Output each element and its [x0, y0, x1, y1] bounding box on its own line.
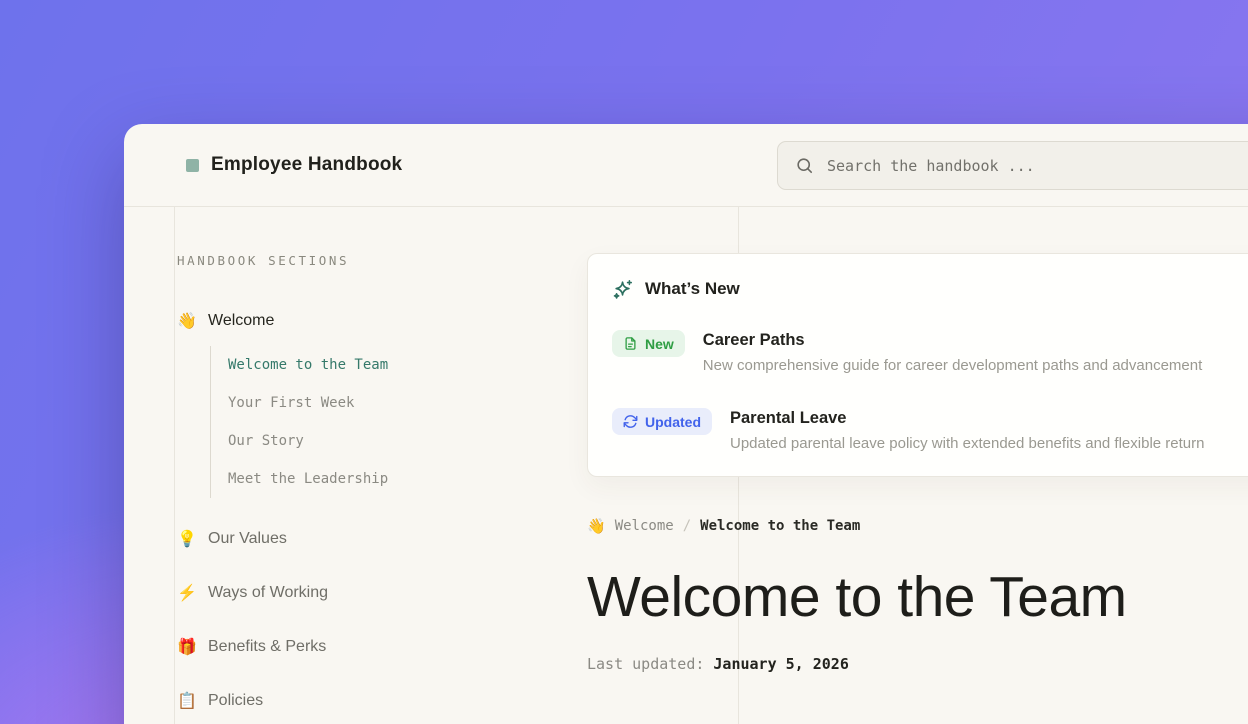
refresh-icon [623, 414, 638, 429]
sidebar-item-label: Ways of Working [208, 584, 328, 602]
breadcrumb: 👋 Welcome / Welcome to the Team [587, 517, 1248, 535]
news-item-text: Parental Leave Updated parental leave po… [730, 409, 1204, 452]
sidebar-item-label: Welcome [208, 312, 274, 330]
news-item-description: Updated parental leave policy with exten… [730, 435, 1204, 452]
sparkles-icon [612, 278, 634, 300]
new-badge: New [612, 330, 685, 357]
waving-hand-icon: 👋 [177, 311, 199, 331]
clipboard-icon: 📋 [177, 691, 199, 711]
search-box[interactable] [777, 141, 1248, 190]
main-content: What’s New New Career Paths New comprehe… [587, 207, 1248, 673]
light-bulb-icon: 💡 [177, 529, 199, 549]
sidebar-item-label: Benefits & Perks [208, 638, 326, 656]
sidebar-subitem-welcome-to-the-team[interactable]: Welcome to the Team [228, 346, 554, 384]
updated-badge: Updated [612, 408, 712, 435]
badge-label: New [645, 336, 674, 352]
breadcrumb-section[interactable]: Welcome [615, 518, 674, 534]
whats-new-card: What’s New New Career Paths New comprehe… [587, 253, 1248, 477]
app-title: Employee Handbook [211, 154, 402, 176]
search-input[interactable] [827, 157, 1248, 175]
sidebar-item-label: Policies [208, 692, 263, 710]
sidebar-subitem-your-first-week[interactable]: Your First Week [228, 384, 554, 422]
news-item-title: Career Paths [703, 331, 1202, 350]
lightning-bolt-icon: ⚡ [177, 583, 199, 603]
last-updated-label: Last updated: [587, 655, 704, 673]
sidebar-item-welcome[interactable]: 👋 Welcome [177, 308, 554, 334]
page-title: Welcome to the Team [587, 567, 1248, 627]
search-icon [795, 156, 814, 175]
app-window: Employee Handbook HANDBOOK SECTIONS 👋 We… [124, 124, 1248, 724]
whats-new-header: What’s New [612, 278, 1248, 300]
sidebar-sublist-welcome: Welcome to the Team Your First Week Our … [210, 346, 554, 498]
news-item-description: New comprehensive guide for career devel… [703, 357, 1202, 374]
last-updated: Last updated: January 5, 2026 [587, 655, 1248, 673]
badge-label: Updated [645, 414, 701, 430]
breadcrumb-separator: / [683, 518, 691, 534]
sidebar-heading: HANDBOOK SECTIONS [177, 253, 554, 268]
sidebar-subitem-meet-the-leadership[interactable]: Meet the Leadership [228, 460, 554, 498]
sidebar-item-policies[interactable]: 📋 Policies [177, 688, 554, 714]
waving-hand-icon: 👋 [587, 517, 606, 535]
whats-new-title: What’s New [645, 279, 740, 299]
news-item-parental-leave[interactable]: Updated Parental Leave Updated parental … [612, 408, 1248, 452]
sidebar-item-label: Our Values [208, 530, 287, 548]
brand: Employee Handbook [186, 154, 402, 176]
sidebar-item-benefits-perks[interactable]: 🎁 Benefits & Perks [177, 634, 554, 660]
breadcrumb-current-page: Welcome to the Team [700, 518, 860, 534]
app-logo-icon [186, 159, 199, 172]
sidebar-item-ways-of-working[interactable]: ⚡ Ways of Working [177, 580, 554, 606]
news-item-career-paths[interactable]: New Career Paths New comprehensive guide… [612, 330, 1248, 374]
app-header: Employee Handbook [124, 124, 1248, 207]
gift-icon: 🎁 [177, 637, 199, 657]
sidebar-item-our-values[interactable]: 💡 Our Values [177, 526, 554, 552]
news-item-title: Parental Leave [730, 409, 1204, 428]
file-text-icon [623, 336, 638, 351]
last-updated-value: January 5, 2026 [713, 655, 848, 673]
news-item-text: Career Paths New comprehensive guide for… [703, 331, 1202, 374]
sidebar: HANDBOOK SECTIONS 👋 Welcome Welcome to t… [174, 207, 554, 714]
sidebar-subitem-our-story[interactable]: Our Story [228, 422, 554, 460]
